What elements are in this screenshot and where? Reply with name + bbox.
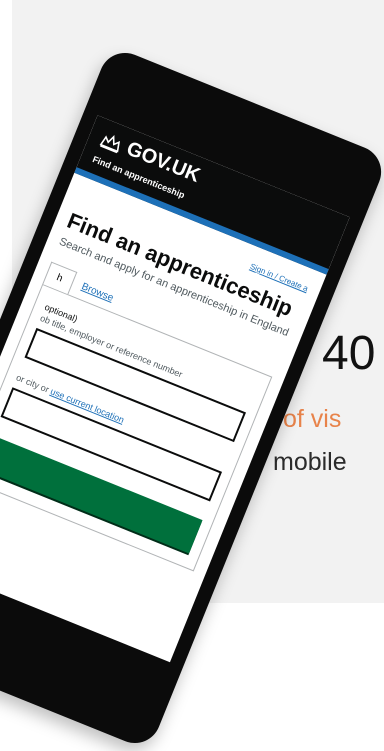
stat-line-visitors: of vis (283, 405, 342, 433)
stat-figure: 40 (322, 327, 376, 380)
crown-icon (99, 134, 121, 153)
search-panel: optional) ob title, employer or referenc… (0, 283, 273, 572)
stat-line-mobile: mobile (273, 448, 347, 476)
